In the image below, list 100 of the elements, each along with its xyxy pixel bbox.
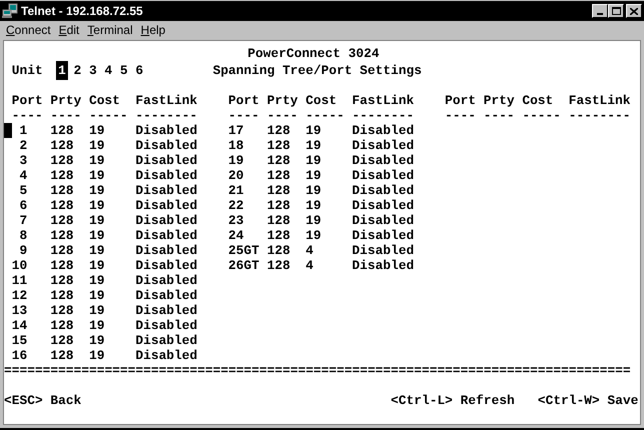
table-cell: 128 [266,183,290,198]
header-rule: ---- [50,108,82,123]
table-cell: 19 [89,198,105,213]
menu-item[interactable]: Edit [54,21,84,39]
table-cell: 128 [50,168,74,183]
table-cell: 19 [306,138,322,153]
header-rule: ---- [484,108,514,123]
table-cell: 19 [89,183,105,198]
table-cell: 21 [228,183,244,198]
table-cell: 128 [50,318,74,333]
header-rule: ---- [266,108,298,123]
table-cell: Disabled [352,198,414,213]
column-header: Prty [266,93,298,108]
table-cell: 19 [306,153,322,168]
table-cell: 128 [50,153,74,168]
table-cell: 19 [89,288,105,303]
maximize-icon [612,7,620,15]
table-cell: 128 [266,258,290,273]
header-rule: -------- [135,108,198,123]
column-header: Prty [50,93,82,108]
column-header: FastLink [352,93,414,108]
table-cell: 128 [266,198,290,213]
table-cell: 8 [19,228,28,243]
unit-label: Unit [12,63,44,78]
table-cell: 19 [89,273,105,288]
menu-item[interactable]: Help [136,21,170,39]
close-icon [630,8,638,14]
close-button[interactable] [626,4,642,18]
window-title: Telnet - 192.168.72.55 [21,3,143,20]
column-header: Cost [306,93,337,108]
table-cell: 5 [19,183,28,198]
separator-line: ================================================================================= [4,363,631,378]
unit-number[interactable]: 5 [120,63,128,78]
table-cell: 20 [228,168,244,183]
table-cell: 22 [228,198,244,213]
table-cell: 4 [19,168,28,183]
table-cell: 26GT [228,258,260,273]
table-cell: Disabled [352,138,414,153]
table-cell: Disabled [135,123,198,138]
table-cell: 19 [306,168,322,183]
table-cell: Disabled [135,288,198,303]
table-cell: 4 [306,258,314,273]
unit-number[interactable]: 2 [74,63,82,78]
table-cell: 16 [12,348,28,363]
table-cell: 18 [228,138,244,153]
unit-number[interactable]: 4 [104,63,112,78]
unit-number[interactable]: 1 [58,63,66,78]
table-cell: Disabled [352,183,414,198]
table-cell: 128 [50,213,74,228]
column-header: FastLink [568,93,630,108]
unit-number[interactable]: 3 [89,63,97,78]
table-cell: Disabled [135,318,198,333]
table-cell: 19 [89,333,105,348]
key-hint: <ESC> Back [4,393,82,408]
table-cell: Disabled [135,333,198,348]
table-cell: 15 [12,333,28,348]
table-cell: 19 [89,138,105,153]
table-cell: Disabled [135,258,198,273]
product-name: PowerConnect 3024 [248,46,380,63]
table-cell: 19 [228,153,244,168]
table-cell: 11 [12,273,28,288]
table-cell: 23 [228,213,244,228]
table-cell: 128 [50,228,74,243]
table-cell: 6 [19,198,28,213]
maximize-button[interactable] [608,4,624,18]
header-rule: ---- [12,108,43,123]
table-cell: Disabled [352,213,414,228]
key-hint: <Ctrl-W> Save [538,393,638,408]
table-cell: 128 [50,123,74,138]
key-hint: <Ctrl-L> Refresh [390,393,515,408]
table-cell: 19 [306,183,322,198]
table-cell: 128 [50,198,74,213]
table-cell: Disabled [135,348,198,363]
minimize-button[interactable] [592,4,608,18]
table-cell: Disabled [135,273,198,288]
table-cell: 19 [89,123,105,138]
column-header: Port [228,93,260,108]
table-cell: 19 [89,318,105,333]
header-rule: ----- [306,108,344,123]
header-rule: -------- [568,108,630,123]
table-cell: 19 [89,303,105,318]
table-cell: 19 [89,258,105,273]
table-cell: 12 [12,288,28,303]
table-cell: 7 [19,213,28,228]
menu-item[interactable]: Terminal [83,21,137,39]
unit-number[interactable]: 6 [135,63,144,78]
table-cell: 9 [19,243,28,258]
menu-item[interactable]: Connect [2,21,55,39]
table-cell: 128 [266,123,290,138]
table-cell: 19 [89,348,105,363]
minimize-icon [597,13,603,15]
table-cell: 10 [12,258,28,273]
table-cell: 128 [50,258,74,273]
table-cell: Disabled [352,243,414,258]
table-cell: 128 [50,288,74,303]
table-cell: 19 [89,168,105,183]
table-cell: 128 [50,333,74,348]
header-rule: ---- [228,108,260,123]
table-cell: Disabled [135,213,198,228]
table-cell: Disabled [352,123,414,138]
